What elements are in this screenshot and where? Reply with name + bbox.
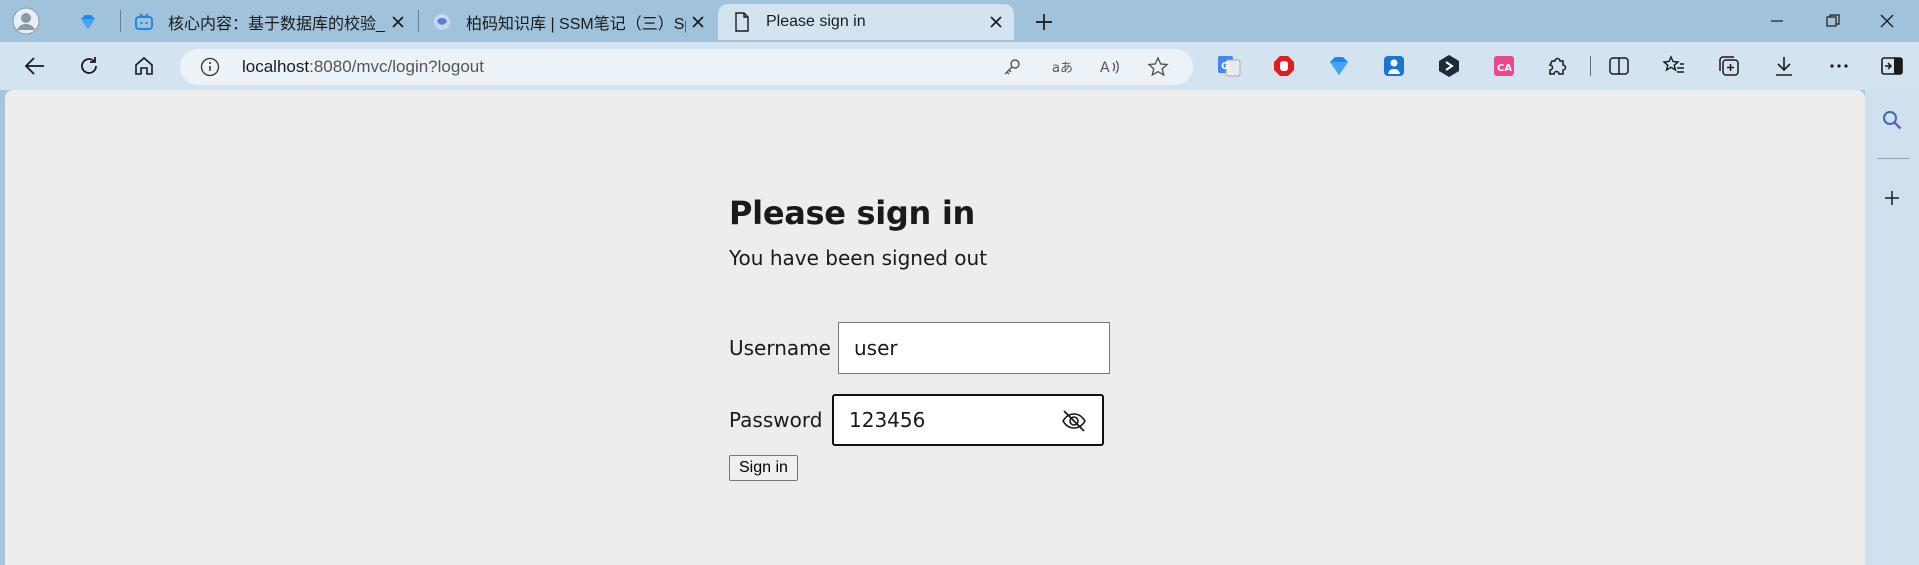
person-extension-icon[interactable] bbox=[1382, 54, 1406, 78]
refresh-button[interactable] bbox=[74, 51, 104, 81]
new-tab-button[interactable] bbox=[1031, 9, 1057, 35]
password-input[interactable]: 123456 bbox=[832, 394, 1104, 446]
diamond-favicon-icon bbox=[78, 12, 98, 32]
sign-in-button[interactable]: Sign in bbox=[729, 455, 798, 481]
site-info-icon[interactable] bbox=[200, 57, 220, 77]
close-tab-icon[interactable] bbox=[986, 12, 1006, 32]
minimize-window-button[interactable] bbox=[1764, 8, 1790, 34]
itbaima-favicon-icon bbox=[432, 12, 452, 32]
signed-out-message: You have been signed out bbox=[729, 246, 988, 270]
svg-text:CA: CA bbox=[1497, 63, 1512, 74]
username-input[interactable]: user bbox=[838, 322, 1110, 374]
close-window-button[interactable] bbox=[1874, 8, 1900, 34]
extensions-puzzle-icon[interactable] bbox=[1546, 54, 1570, 78]
close-tab-icon[interactable] bbox=[688, 12, 708, 32]
collections-icon[interactable] bbox=[1717, 54, 1741, 78]
svg-text:aあ: aあ bbox=[1052, 61, 1073, 76]
back-button[interactable] bbox=[20, 51, 50, 81]
username-label: Username bbox=[729, 336, 831, 360]
svg-text:G: G bbox=[1221, 61, 1229, 72]
tab-pinned[interactable] bbox=[66, 4, 114, 40]
hex-extension-icon[interactable] bbox=[1437, 54, 1461, 78]
google-translate-extension-icon[interactable]: G bbox=[1217, 54, 1241, 78]
tab-title: 柏码知识库 | SSM笔记（三）Spri bbox=[466, 16, 686, 33]
tab-bilibili[interactable]: 核心内容：基于数据库的校验_哔 bbox=[126, 4, 416, 40]
favorite-star-icon[interactable] bbox=[1146, 55, 1170, 79]
address-bar[interactable]: localhost:8080/mvc/login?logout aあ A bbox=[180, 49, 1193, 85]
bilibili-favicon-icon bbox=[134, 12, 154, 32]
username-row: Username user bbox=[729, 322, 1110, 374]
profile-avatar-icon[interactable] bbox=[11, 7, 41, 35]
tab-title: Please sign in bbox=[766, 13, 866, 30]
page-title: Please sign in bbox=[729, 194, 976, 232]
hide-password-eye-icon[interactable] bbox=[1060, 407, 1088, 435]
toolbar-separator bbox=[1590, 56, 1591, 76]
tab-separator bbox=[120, 10, 121, 32]
browser-toolbar: localhost:8080/mvc/login?logout aあ A G C… bbox=[0, 42, 1919, 90]
translate-icon[interactable]: aあ bbox=[1050, 55, 1074, 79]
tab-title: 核心内容：基于数据库的校验_哔 bbox=[168, 16, 386, 33]
password-row: Password 123456 bbox=[729, 394, 1104, 446]
url-text[interactable]: localhost:8080/mvc/login?logout bbox=[242, 57, 484, 77]
username-value: user bbox=[854, 336, 898, 360]
more-menu-icon[interactable] bbox=[1827, 54, 1851, 78]
tab-separator bbox=[418, 10, 419, 32]
restore-window-button[interactable] bbox=[1820, 8, 1846, 34]
tab-active-sign-in[interactable]: Please sign in bbox=[718, 4, 1014, 40]
key-icon[interactable] bbox=[1000, 55, 1024, 79]
svg-text:A: A bbox=[1100, 60, 1110, 76]
sidebar-separator bbox=[1877, 158, 1909, 159]
read-aloud-icon[interactable]: A bbox=[1098, 55, 1122, 79]
search-icon[interactable] bbox=[1878, 106, 1906, 134]
close-tab-icon[interactable] bbox=[388, 12, 408, 32]
downloads-icon[interactable] bbox=[1772, 54, 1796, 78]
password-value: 123456 bbox=[849, 408, 926, 432]
home-button[interactable] bbox=[129, 51, 159, 81]
page-icon bbox=[732, 12, 752, 32]
diamond-extension-icon[interactable] bbox=[1327, 54, 1351, 78]
login-form: Please sign in You have been signed out … bbox=[729, 194, 1229, 481]
favorites-icon[interactable] bbox=[1662, 54, 1686, 78]
sidebar-toggle-icon[interactable] bbox=[1880, 54, 1904, 78]
password-label: Password bbox=[729, 408, 823, 432]
add-sidebar-app-icon[interactable] bbox=[1878, 184, 1906, 212]
adblock-extension-icon[interactable] bbox=[1272, 54, 1296, 78]
page-content: Please sign in You have been signed out … bbox=[5, 90, 1865, 565]
tab-strip: 核心内容：基于数据库的校验_哔 柏码知识库 | SSM笔记（三）Spri Ple… bbox=[0, 0, 1919, 42]
url-path: :8080/mvc/login?logout bbox=[309, 57, 484, 76]
split-screen-icon[interactable] bbox=[1607, 54, 1631, 78]
url-host: localhost bbox=[242, 57, 310, 76]
translate-ca-extension-icon[interactable]: CA bbox=[1492, 54, 1516, 78]
tab-itbaima[interactable]: 柏码知识库 | SSM笔记（三）Spri bbox=[424, 4, 716, 40]
edge-sidebar bbox=[1865, 90, 1919, 565]
